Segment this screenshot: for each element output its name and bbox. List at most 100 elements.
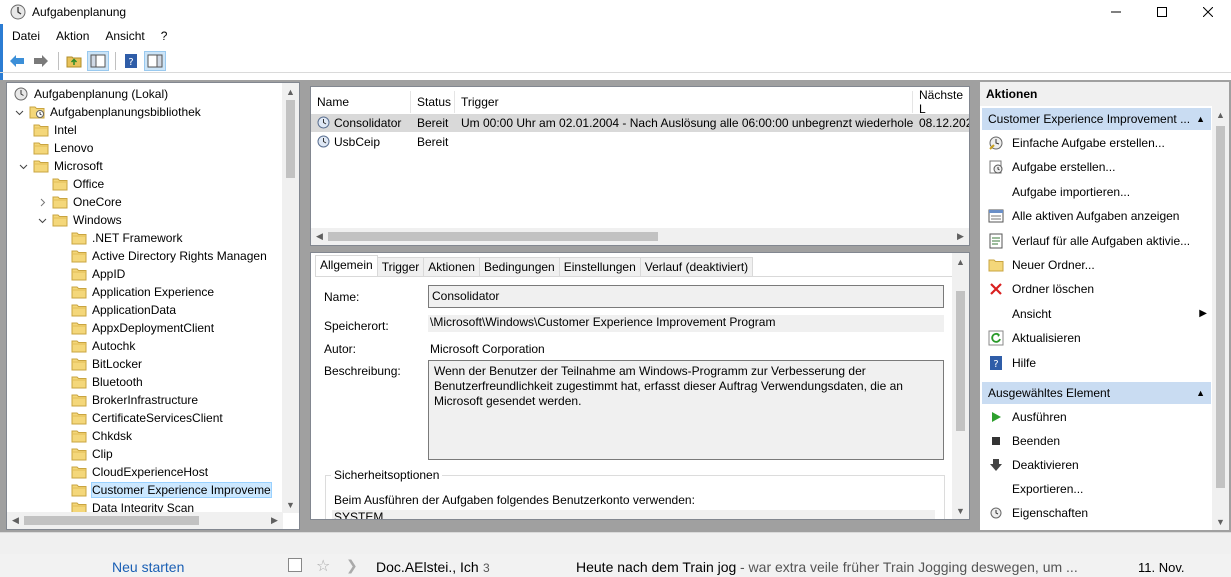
scroll-down-icon[interactable]: ▼: [282, 496, 299, 513]
column-header-name[interactable]: Name: [311, 91, 411, 113]
tree-item[interactable]: CloudExperienceHost: [55, 463, 208, 481]
tree-item[interactable]: Intel: [17, 121, 77, 139]
tab-aktionen[interactable]: Aktionen: [423, 257, 480, 276]
help-button[interactable]: ?: [120, 51, 142, 71]
tree-item[interactable]: Chkdsk: [55, 427, 132, 445]
task-horizontal-scrollbar[interactable]: ◀ ▶: [311, 228, 969, 245]
important-marker-icon[interactable]: ❯: [346, 557, 358, 574]
show-hide-action-pane-button[interactable]: [144, 50, 166, 71]
scroll-right-icon[interactable]: ▶: [952, 228, 969, 245]
collapse-caret-icon[interactable]: ▲: [1196, 382, 1205, 404]
action-item[interactable]: Beenden: [982, 430, 1211, 452]
star-icon[interactable]: ☆: [316, 556, 330, 576]
action-item[interactable]: Aufgabe erstellen...: [982, 156, 1211, 178]
tree-item[interactable]: Data Integrity Scan: [55, 499, 194, 513]
action-item[interactable]: Aufgabe importieren...: [982, 181, 1211, 203]
collapse-chevron-icon[interactable]: [36, 214, 48, 226]
tree-item[interactable]: CertificateServicesClient: [55, 409, 223, 427]
tab-trigger[interactable]: Trigger: [376, 257, 425, 276]
tree-item[interactable]: ApplicationData: [55, 301, 176, 319]
description-field[interactable]: Wenn der Benutzer der Teilnahme am Windo…: [428, 360, 944, 460]
tree-item[interactable]: Aufgabenplanungsbibliothek: [13, 103, 201, 121]
show-hide-tree-button[interactable]: [87, 50, 109, 71]
column-header-status[interactable]: Status: [411, 91, 455, 113]
tree-item[interactable]: Microsoft: [17, 157, 103, 175]
action-item[interactable]: Exportieren...: [982, 478, 1211, 500]
tree-item[interactable]: .NET Framework: [55, 229, 182, 247]
tree-vertical-scrollbar[interactable]: ▲ ▼: [282, 83, 299, 513]
menu-help[interactable]: ?: [153, 26, 176, 46]
scroll-right-icon[interactable]: ▶: [266, 512, 283, 529]
action-item[interactable]: Eigenschaften: [982, 502, 1211, 524]
location-field[interactable]: \Microsoft\Windows\Customer Experience I…: [428, 315, 944, 332]
forward-button[interactable]: [30, 51, 52, 71]
action-item[interactable]: ? Hilfe: [982, 352, 1211, 374]
collapse-chevron-icon[interactable]: [13, 106, 25, 118]
up-folder-button[interactable]: [63, 51, 85, 71]
action-item[interactable]: Alle aktiven Aufgaben anzeigen: [982, 205, 1211, 227]
task-hscroll-thumb[interactable]: [328, 232, 658, 241]
tree-item[interactable]: BitLocker: [55, 355, 142, 373]
tab-einstellungen[interactable]: Einstellungen: [558, 257, 641, 276]
menu-aktion[interactable]: Aktion: [48, 26, 97, 46]
action-item[interactable]: Ausführen: [982, 406, 1211, 428]
scroll-up-icon[interactable]: ▲: [1212, 106, 1229, 123]
tab-verlauf[interactable]: Verlauf (deaktiviert): [639, 257, 754, 276]
menu-ansicht[interactable]: Ansicht: [97, 26, 152, 46]
task-row-consolidator[interactable]: Consolidator Bereit Um 00:00 Uhr am 02.0…: [311, 114, 969, 132]
restart-link[interactable]: Neu starten: [112, 559, 184, 575]
maximize-button[interactable]: [1139, 0, 1185, 24]
tree-item[interactable]: Aufgabenplanung (Lokal): [13, 85, 168, 103]
action-item[interactable]: Neuer Ordner...: [982, 254, 1211, 276]
task-row-usbceip[interactable]: UsbCeip Bereit: [311, 133, 969, 151]
column-header-trigger[interactable]: Trigger: [455, 91, 913, 113]
action-item[interactable]: Einfache Aufgabe erstellen...: [982, 132, 1211, 154]
minimize-button[interactable]: [1093, 0, 1139, 24]
tree-item[interactable]: Active Directory Rights Managen: [55, 247, 267, 265]
tree-item[interactable]: Office: [36, 175, 104, 193]
actions-vertical-scrollbar[interactable]: ▲ ▼: [1212, 106, 1229, 530]
scroll-up-icon[interactable]: ▲: [952, 253, 969, 270]
mail-checkbox[interactable]: [288, 558, 302, 572]
scroll-down-icon[interactable]: ▼: [1212, 513, 1229, 530]
column-header-next-run[interactable]: Nächste L: [913, 88, 969, 116]
action-item[interactable]: Verlauf für alle Aufgaben aktivie...: [982, 230, 1211, 252]
tree-item[interactable]: Autochk: [55, 337, 135, 355]
close-button[interactable]: [1185, 0, 1231, 24]
scroll-left-icon[interactable]: ◀: [311, 228, 328, 245]
action-item[interactable]: Aktualisieren: [982, 327, 1211, 349]
name-field[interactable]: Consolidator: [428, 285, 944, 308]
actions-scroll-thumb[interactable]: [1216, 126, 1225, 488]
actions-section-selected[interactable]: Ausgewähltes Element ▲: [982, 382, 1211, 404]
action-item[interactable]: Deaktivieren: [982, 454, 1211, 476]
menu-datei[interactable]: Datei: [4, 26, 48, 46]
expand-chevron-icon[interactable]: [36, 196, 48, 208]
tree-item[interactable]: Customer Experience Improveme: [55, 481, 272, 499]
tab-bedingungen[interactable]: Bedingungen: [478, 257, 560, 276]
back-button[interactable]: [6, 51, 28, 71]
collapse-caret-icon[interactable]: ▲: [1196, 108, 1205, 130]
tree-hscroll-thumb[interactable]: [24, 516, 199, 525]
collapse-chevron-icon[interactable]: [17, 160, 29, 172]
security-account-field[interactable]: SYSTEM: [332, 510, 935, 519]
tree-item[interactable]: BrokerInfrastructure: [55, 391, 198, 409]
tree-scroll-thumb[interactable]: [286, 100, 295, 178]
tree-item[interactable]: OneCore: [36, 193, 122, 211]
action-item[interactable]: Ordner löschen: [982, 278, 1211, 300]
tree-item[interactable]: Lenovo: [17, 139, 93, 157]
tree-item[interactable]: Clip: [55, 445, 113, 463]
scroll-down-icon[interactable]: ▼: [952, 502, 969, 519]
scroll-up-icon[interactable]: ▲: [282, 83, 299, 100]
tree-item[interactable]: Windows: [36, 211, 122, 229]
details-scroll-thumb[interactable]: [956, 291, 965, 431]
tree-item[interactable]: Application Experience: [55, 283, 214, 301]
tree-item[interactable]: AppID: [55, 265, 125, 283]
tree-item[interactable]: AppxDeploymentClient: [55, 319, 214, 337]
details-vertical-scrollbar[interactable]: ▲ ▼: [952, 253, 969, 519]
action-item[interactable]: Ansicht ▶: [982, 303, 1211, 325]
actions-section-folder[interactable]: Customer Experience Improvement ... ▲: [982, 108, 1211, 130]
tab-allgemein[interactable]: Allgemein: [315, 255, 378, 277]
tree-horizontal-scrollbar[interactable]: ◀ ▶: [7, 512, 283, 529]
scroll-left-icon[interactable]: ◀: [7, 512, 24, 529]
tree-item[interactable]: Bluetooth: [55, 373, 143, 391]
